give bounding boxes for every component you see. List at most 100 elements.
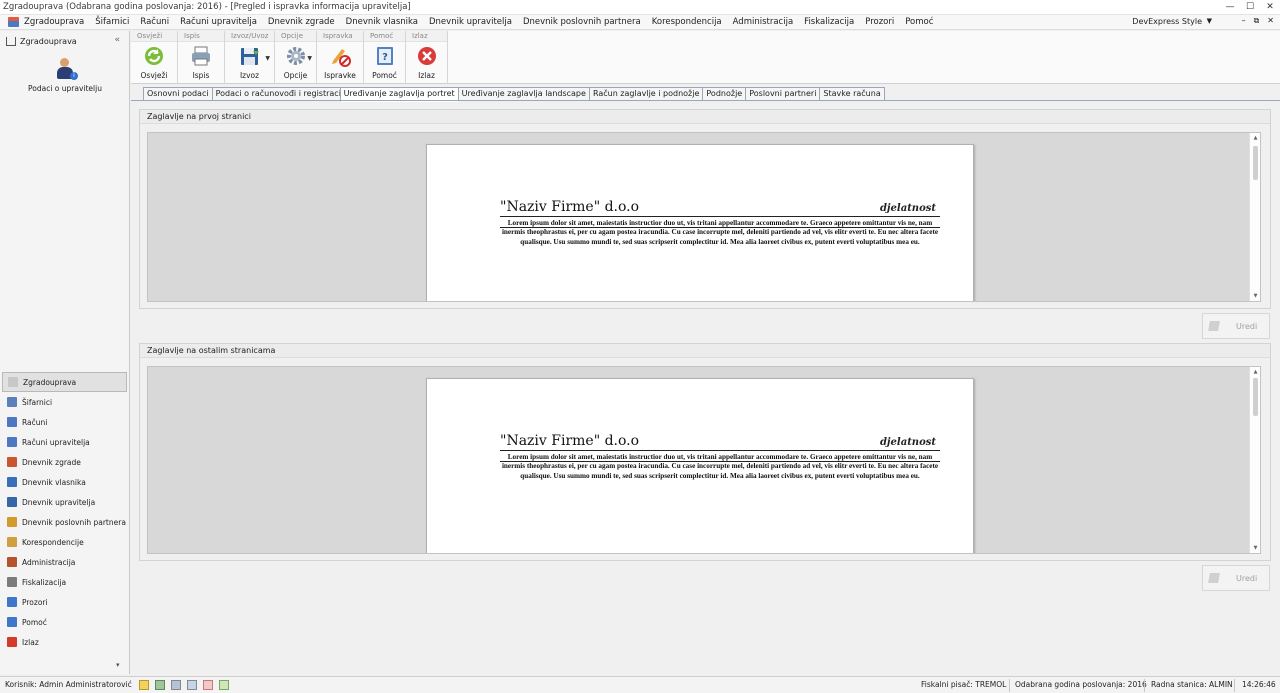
nav-item-label: Korespondencije (22, 537, 84, 547)
menu-racuni-upravitelja[interactable]: Računi upravitelja (180, 17, 257, 27)
nav-item-izlaz[interactable]: Izlaz (0, 632, 129, 652)
edit-first-header-button[interactable]: Uredi (1202, 313, 1270, 339)
journal-icon (7, 477, 17, 487)
skin-selector[interactable]: DevExpress Style (1132, 17, 1202, 26)
tab-podaci-o-racunovodi[interactable]: Podaci o računovođi i registraciji (211, 87, 340, 101)
menu-prozori[interactable]: Prozori (865, 17, 894, 27)
edit-button-label: Uredi (1236, 321, 1258, 331)
vertical-scrollbar[interactable]: ▲ ▼ (1249, 367, 1260, 553)
chevron-down-icon[interactable]: ▼ (1207, 17, 1212, 25)
nav-item-label: Dnevnik upravitelja (22, 497, 96, 507)
tab-racun-zaglavlje-i-podnozje[interactable]: Račun zaglavlje i podnožje (588, 87, 703, 101)
notes-icon[interactable] (219, 680, 229, 690)
nav-item-label: Računi (22, 417, 48, 427)
nav-item-korespondencije[interactable]: Korespondencije (0, 532, 129, 552)
home-icon (6, 36, 16, 46)
menu-sifarnici[interactable]: Šifarnici (95, 17, 129, 27)
header-preview-other[interactable]: "Naziv Firme" d.o.o djelatnost Lorem ips… (147, 366, 1261, 554)
page-preview: "Naziv Firme" d.o.o djelatnost Lorem ips… (426, 378, 974, 553)
menu-dnevnik-zgrade[interactable]: Dnevnik zgrade (268, 17, 335, 27)
window-close-button[interactable]: ✕ (1260, 0, 1280, 15)
nav-item-pomoc[interactable]: Pomoć (0, 612, 129, 632)
vertical-scrollbar[interactable]: ▲ ▼ (1249, 133, 1260, 301)
nav-item-label: Računi upravitelja (22, 437, 90, 447)
navigation-panel: Zgradouprava « i Podaci o upravitelju Zg… (0, 31, 130, 674)
printer-icon[interactable] (155, 680, 165, 690)
mdi-close-button[interactable]: ✕ (1267, 16, 1274, 26)
exit-button[interactable]: Izlaz (406, 45, 447, 80)
tile-podaci-o-upravitelju[interactable]: i Podaci o upravitelju (10, 58, 120, 93)
nav-item-racuni-upravitelja[interactable]: Računi upravitelja (0, 432, 129, 452)
calendar-icon[interactable] (203, 680, 213, 690)
nav-item-dnevnik-upravitelja[interactable]: Dnevnik upravitelja (0, 492, 129, 512)
menu-fiskalizacija[interactable]: Fiskalizacija (804, 17, 854, 27)
menu-dnevnik-poslovnih-partnera[interactable]: Dnevnik poslovnih partnera (523, 17, 641, 27)
nav-item-label: Zgradouprava (23, 377, 77, 387)
scroll-up-icon[interactable]: ▲ (1250, 369, 1260, 375)
window-maximize-button[interactable]: ☐ (1240, 0, 1260, 15)
nav-item-administracija[interactable]: Administracija (0, 552, 129, 572)
menu-racuni[interactable]: Računi (140, 17, 169, 27)
group-name: Ispravka (317, 31, 363, 42)
nav-item-prozori[interactable]: Prozori (0, 592, 129, 612)
scroll-up-icon[interactable]: ▲ (1250, 135, 1260, 141)
gear-icon (285, 45, 307, 67)
help-icon (7, 617, 17, 627)
group-name: Izvoz/Uvoz (225, 31, 274, 42)
nav-item-dnevnik-vlasnika[interactable]: Dnevnik vlasnika (0, 472, 129, 492)
tab-poslovni-partneri[interactable]: Poslovni partneri (745, 87, 820, 101)
nav-item-label: Šifarnici (22, 397, 53, 407)
menu-korespondencija[interactable]: Korespondencija (652, 17, 722, 27)
scroll-down-icon[interactable]: ▼ (1250, 293, 1260, 299)
menu-pomoc[interactable]: Pomoć (905, 17, 933, 27)
tab-stavke-racuna[interactable]: Stavke računa (819, 87, 885, 101)
nav-item-fiskalizacija[interactable]: Fiskalizacija (0, 572, 129, 592)
mdi-minimize-button[interactable]: – (1242, 16, 1246, 26)
info-badge: i (70, 72, 78, 80)
status-separator (1009, 679, 1010, 692)
journal-icon (7, 497, 17, 507)
menu-zgradouprava[interactable]: Zgradouprava (24, 17, 84, 27)
tab-podnozje[interactable]: Podnožje (702, 87, 746, 101)
chevron-down-icon[interactable]: ▼ (265, 55, 270, 62)
activity-label: djelatnost (879, 437, 936, 448)
menu-administracija[interactable]: Administracija (733, 17, 794, 27)
menu-dnevnik-vlasnika[interactable]: Dnevnik vlasnika (346, 17, 418, 27)
mdi-restore-button[interactable]: ⧉ (1254, 16, 1260, 26)
nav-item-dnevnik-zgrade[interactable]: Dnevnik zgrade (0, 452, 129, 472)
nav-item-sifarnici[interactable]: Šifarnici (0, 392, 129, 412)
scrollbar-thumb[interactable] (1253, 378, 1258, 416)
edit-other-header-button[interactable]: Uredi (1202, 565, 1270, 591)
scroll-down-icon[interactable]: ▼ (1250, 545, 1260, 551)
edit-button[interactable]: Ispravke (317, 45, 363, 80)
nav-item-dnevnik-poslovnih-partnera[interactable]: Dnevnik poslovnih partnera (0, 512, 129, 532)
edit-label: Ispravke (324, 71, 356, 80)
collapse-panel-button[interactable]: « (114, 35, 120, 45)
refresh-label: Osvježi (140, 71, 168, 80)
tab-uredivanje-zaglavlja-landscape[interactable]: Uređivanje zaglavlja landscape (457, 87, 589, 101)
print-button[interactable]: Ispis (178, 45, 224, 80)
nav-item-label: Dnevnik vlasnika (22, 477, 86, 487)
status-separator (1234, 679, 1235, 692)
grid-icon[interactable] (187, 680, 197, 690)
folder-icon[interactable] (139, 680, 149, 690)
tab-strip: Osnovni podaci Podaci o računovođi i reg… (143, 87, 885, 102)
options-label: Opcije (283, 71, 308, 80)
chevron-down-icon[interactable]: ▼ (307, 55, 312, 62)
nav-item-zgradouprava[interactable]: Zgradouprava (2, 372, 127, 392)
header-preview-first[interactable]: "Naziv Firme" d.o.o djelatnost Lorem ips… (147, 132, 1261, 302)
export-button[interactable]: Izvoz (225, 45, 274, 80)
nav-scroll-down-icon[interactable]: ▾ (116, 661, 120, 669)
tab-underline (131, 100, 1280, 101)
calculator-icon[interactable] (171, 680, 181, 690)
group-osvjezi: Osvježi Osvježi (131, 31, 178, 84)
scrollbar-thumb[interactable] (1253, 146, 1258, 180)
nav-item-racuni[interactable]: Računi (0, 412, 129, 432)
menu-dnevnik-upravitelja[interactable]: Dnevnik upravitelja (429, 17, 512, 27)
options-button[interactable]: Opcije (275, 45, 316, 80)
window-minimize-button[interactable]: — (1220, 0, 1240, 15)
help-button[interactable]: ? Pomoć (364, 45, 405, 80)
refresh-button[interactable]: Osvježi (131, 45, 177, 80)
tab-osnovni-podaci[interactable]: Osnovni podaci (143, 87, 212, 101)
group-name: Pomoć (364, 31, 405, 42)
